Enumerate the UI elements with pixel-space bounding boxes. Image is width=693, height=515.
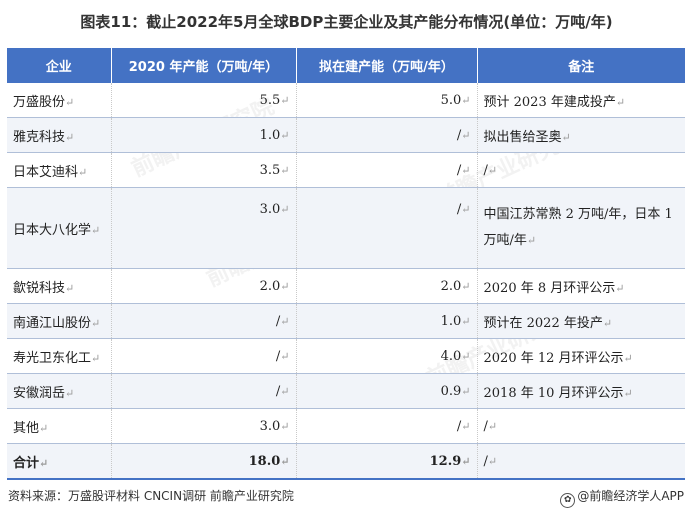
cell-planned: /↵	[296, 408, 478, 444]
cell-company: 日本大八化学↵	[7, 187, 112, 269]
header-note: 备注	[477, 48, 685, 83]
cell-planned: 4.0↵	[296, 338, 478, 374]
cell-planned: /↵	[296, 117, 478, 153]
header-capacity-2020: 2020 年产能（万吨/年）	[111, 48, 297, 83]
cell-note: 2018 年 10 月环评公示↵	[477, 373, 685, 409]
cell-note: 2020 年 12 月环评公示↵	[477, 338, 685, 374]
cell-planned: 0.9↵	[296, 373, 478, 409]
capacity-table: 企业 2020 年产能（万吨/年） 拟在建产能（万吨/年） 备注 万盛股份↵ 5…	[7, 48, 685, 480]
cell-note: 拟出售给圣奥↵	[477, 117, 685, 153]
cell-note: 2020 年 8 月环评公示↵	[477, 268, 685, 304]
cell-total-planned: 12.9↵	[296, 443, 478, 480]
cell-planned: 1.0↵	[296, 303, 478, 339]
table-row: 雅克科技↵ 1.0↵ /↵ 拟出售给圣奥↵	[7, 117, 685, 153]
table-row: 日本艾迪科↵ 3.5↵ /↵ /↵	[7, 152, 685, 188]
cell-capacity-2020: 5.5↵	[111, 83, 297, 118]
cell-planned: /↵	[296, 152, 478, 188]
cell-capacity-2020: /↵	[111, 303, 297, 339]
cell-note: 中国江苏常熟 2 万吨/年，日本 1 万吨/年↵	[477, 187, 685, 269]
cell-note: /↵	[477, 408, 685, 444]
table-row: 日本大八化学↵ 3.0↵ /↵ 中国江苏常熟 2 万吨/年，日本 1 万吨/年↵	[7, 187, 685, 269]
cell-capacity-2020: 3.5↵	[111, 152, 297, 188]
cell-capacity-2020: 3.0↵	[111, 408, 297, 444]
chart-title: 图表11：截止2022年5月全球BDP主要企业及其产能分布情况(单位：万吨/年)	[80, 13, 613, 31]
cell-note: 预计在 2022 年投产↵	[477, 303, 685, 339]
cell-capacity-2020: 3.0↵	[111, 187, 297, 269]
cell-note: /↵	[477, 152, 685, 188]
table-row: 寿光卫东化工↵ /↵ 4.0↵ 2020 年 12 月环评公示↵	[7, 338, 685, 374]
cell-company: 南通江山股份↵	[7, 303, 112, 339]
cell-company: 寿光卫东化工↵	[7, 338, 112, 374]
leaf-logo-icon: ✿	[560, 493, 576, 508]
table-row: 歙锐科技↵ 2.0↵ 2.0↵ 2020 年 8 月环评公示↵	[7, 268, 685, 304]
cell-planned: 2.0↵	[296, 268, 478, 304]
header-planned-capacity: 拟在建产能（万吨/年）	[296, 48, 478, 83]
cell-total-label: 合计↵	[7, 443, 112, 480]
cell-note: 预计 2023 年建成投产↵	[477, 83, 685, 118]
brand-credit: ✿ @前瞻经济学人APP	[560, 487, 684, 508]
cell-company: 雅克科技↵	[7, 117, 112, 153]
cell-company: 歙锐科技↵	[7, 268, 112, 304]
table-total-row: 合计↵ 18.0↵ 12.9↵ /↵	[7, 443, 685, 480]
cell-company: 安徽润岳↵	[7, 373, 112, 409]
cell-planned: /↵	[296, 187, 478, 269]
cell-company: 万盛股份↵	[7, 83, 112, 118]
header-company: 企业	[7, 48, 112, 83]
cell-total-note: /↵	[477, 443, 685, 480]
cell-capacity-2020: /↵	[111, 338, 297, 374]
table-row: 其他↵ 3.0↵ /↵ /↵	[7, 408, 685, 444]
cell-capacity-2020: 1.0↵	[111, 117, 297, 153]
source-note: 资料来源：万盛股评材料 CNCIN调研 前瞻产业研究院	[8, 489, 294, 503]
cell-capacity-2020: /↵	[111, 373, 297, 409]
table-header-row: 企业 2020 年产能（万吨/年） 拟在建产能（万吨/年） 备注	[7, 48, 685, 83]
brand-text: @前瞻经济学人APP	[577, 489, 684, 503]
cell-capacity-2020: 2.0↵	[111, 268, 297, 304]
table-row: 南通江山股份↵ /↵ 1.0↵ 预计在 2022 年投产↵	[7, 303, 685, 339]
cell-company: 其他↵	[7, 408, 112, 444]
table-row: 万盛股份↵ 5.5↵ 5.0↵ 预计 2023 年建成投产↵	[7, 83, 685, 118]
cell-company: 日本艾迪科↵	[7, 152, 112, 188]
cell-total-capacity-2020: 18.0↵	[111, 443, 297, 480]
table-row: 安徽润岳↵ /↵ 0.9↵ 2018 年 10 月环评公示↵	[7, 373, 685, 409]
cell-planned: 5.0↵	[296, 83, 478, 118]
